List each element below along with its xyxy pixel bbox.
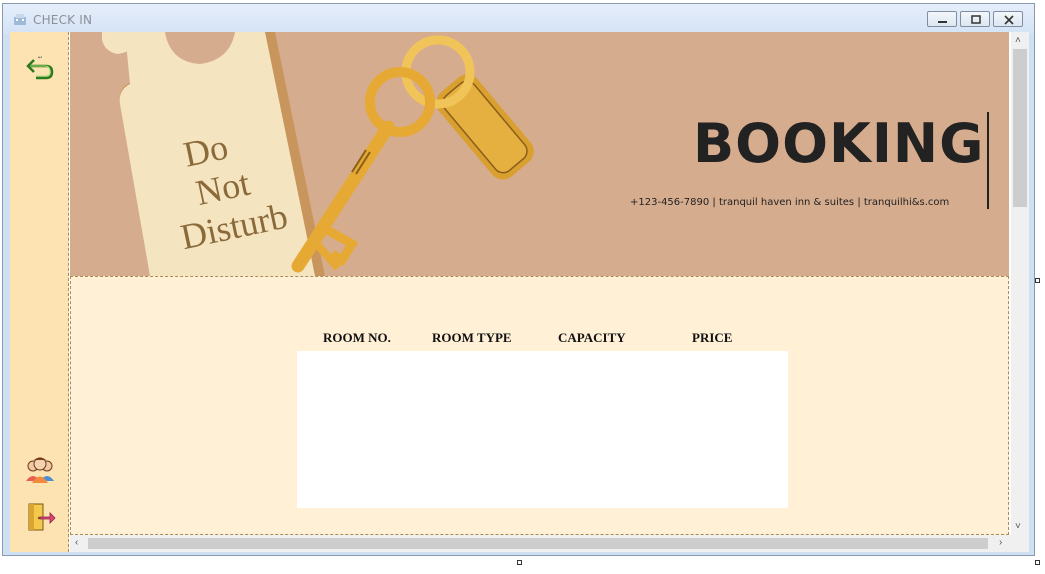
horizontal-scroll-thumb[interactable] [88, 538, 988, 549]
minimize-icon [938, 21, 947, 23]
vertical-scrollbar[interactable]: ˄ ˅ [1011, 32, 1029, 535]
minimize-button[interactable] [927, 11, 957, 27]
maximize-icon [971, 15, 981, 24]
scroll-down-icon[interactable]: ˅ [1015, 522, 1021, 532]
exit-door-icon[interactable] [24, 501, 56, 533]
svg-text:↩: ↩ [38, 55, 42, 61]
column-header-room-no[interactable]: ROOM NO. [323, 330, 391, 346]
resize-handle-right[interactable] [1035, 278, 1040, 283]
column-header-capacity[interactable]: CAPACITY [558, 330, 626, 346]
resize-handle-bottom[interactable] [517, 560, 522, 565]
scroll-left-icon[interactable]: ‹ [75, 538, 78, 548]
scroll-corner [1011, 535, 1029, 552]
back-arrow-icon[interactable]: ↩ [24, 52, 56, 84]
room-list-panel: ROOM NO. ROOM TYPE CAPACITY PRICE [70, 276, 1009, 535]
vertical-scroll-thumb[interactable] [1013, 49, 1027, 207]
title-divider [987, 112, 989, 209]
column-header-price[interactable]: PRICE [692, 330, 732, 346]
contact-info: +123-456-7890 | tranquil haven inn & sui… [630, 197, 950, 208]
scroll-right-icon[interactable]: › [999, 538, 1002, 548]
close-button[interactable] [993, 11, 1023, 27]
horizontal-scrollbar[interactable]: ‹ › [70, 535, 1011, 552]
client-area: ↩ Do Not Disturb BOOKING +123-456-7890 |… [10, 32, 1029, 552]
gold-key-icon [291, 35, 534, 273]
maximize-button[interactable] [960, 11, 990, 27]
booking-banner: Do Not Disturb BOOKING +123-456-7890 | t… [70, 32, 1009, 276]
rooms-list[interactable] [297, 351, 788, 508]
check-in-window: CHECK IN ↩ Do Not Disturb BOOKING +123-4… [2, 3, 1035, 556]
close-icon [1004, 15, 1014, 25]
app-icon [14, 14, 26, 25]
sidebar: ↩ [10, 32, 69, 552]
window-title: CHECK IN [33, 13, 93, 27]
guests-group-icon[interactable] [24, 453, 56, 485]
scroll-up-icon[interactable]: ˄ [1015, 36, 1021, 46]
title-bar[interactable]: CHECK IN [3, 4, 1034, 34]
column-header-room-type[interactable]: ROOM TYPE [432, 330, 512, 346]
resize-handle-corner[interactable] [1035, 560, 1040, 565]
booking-title: BOOKING [693, 112, 985, 175]
